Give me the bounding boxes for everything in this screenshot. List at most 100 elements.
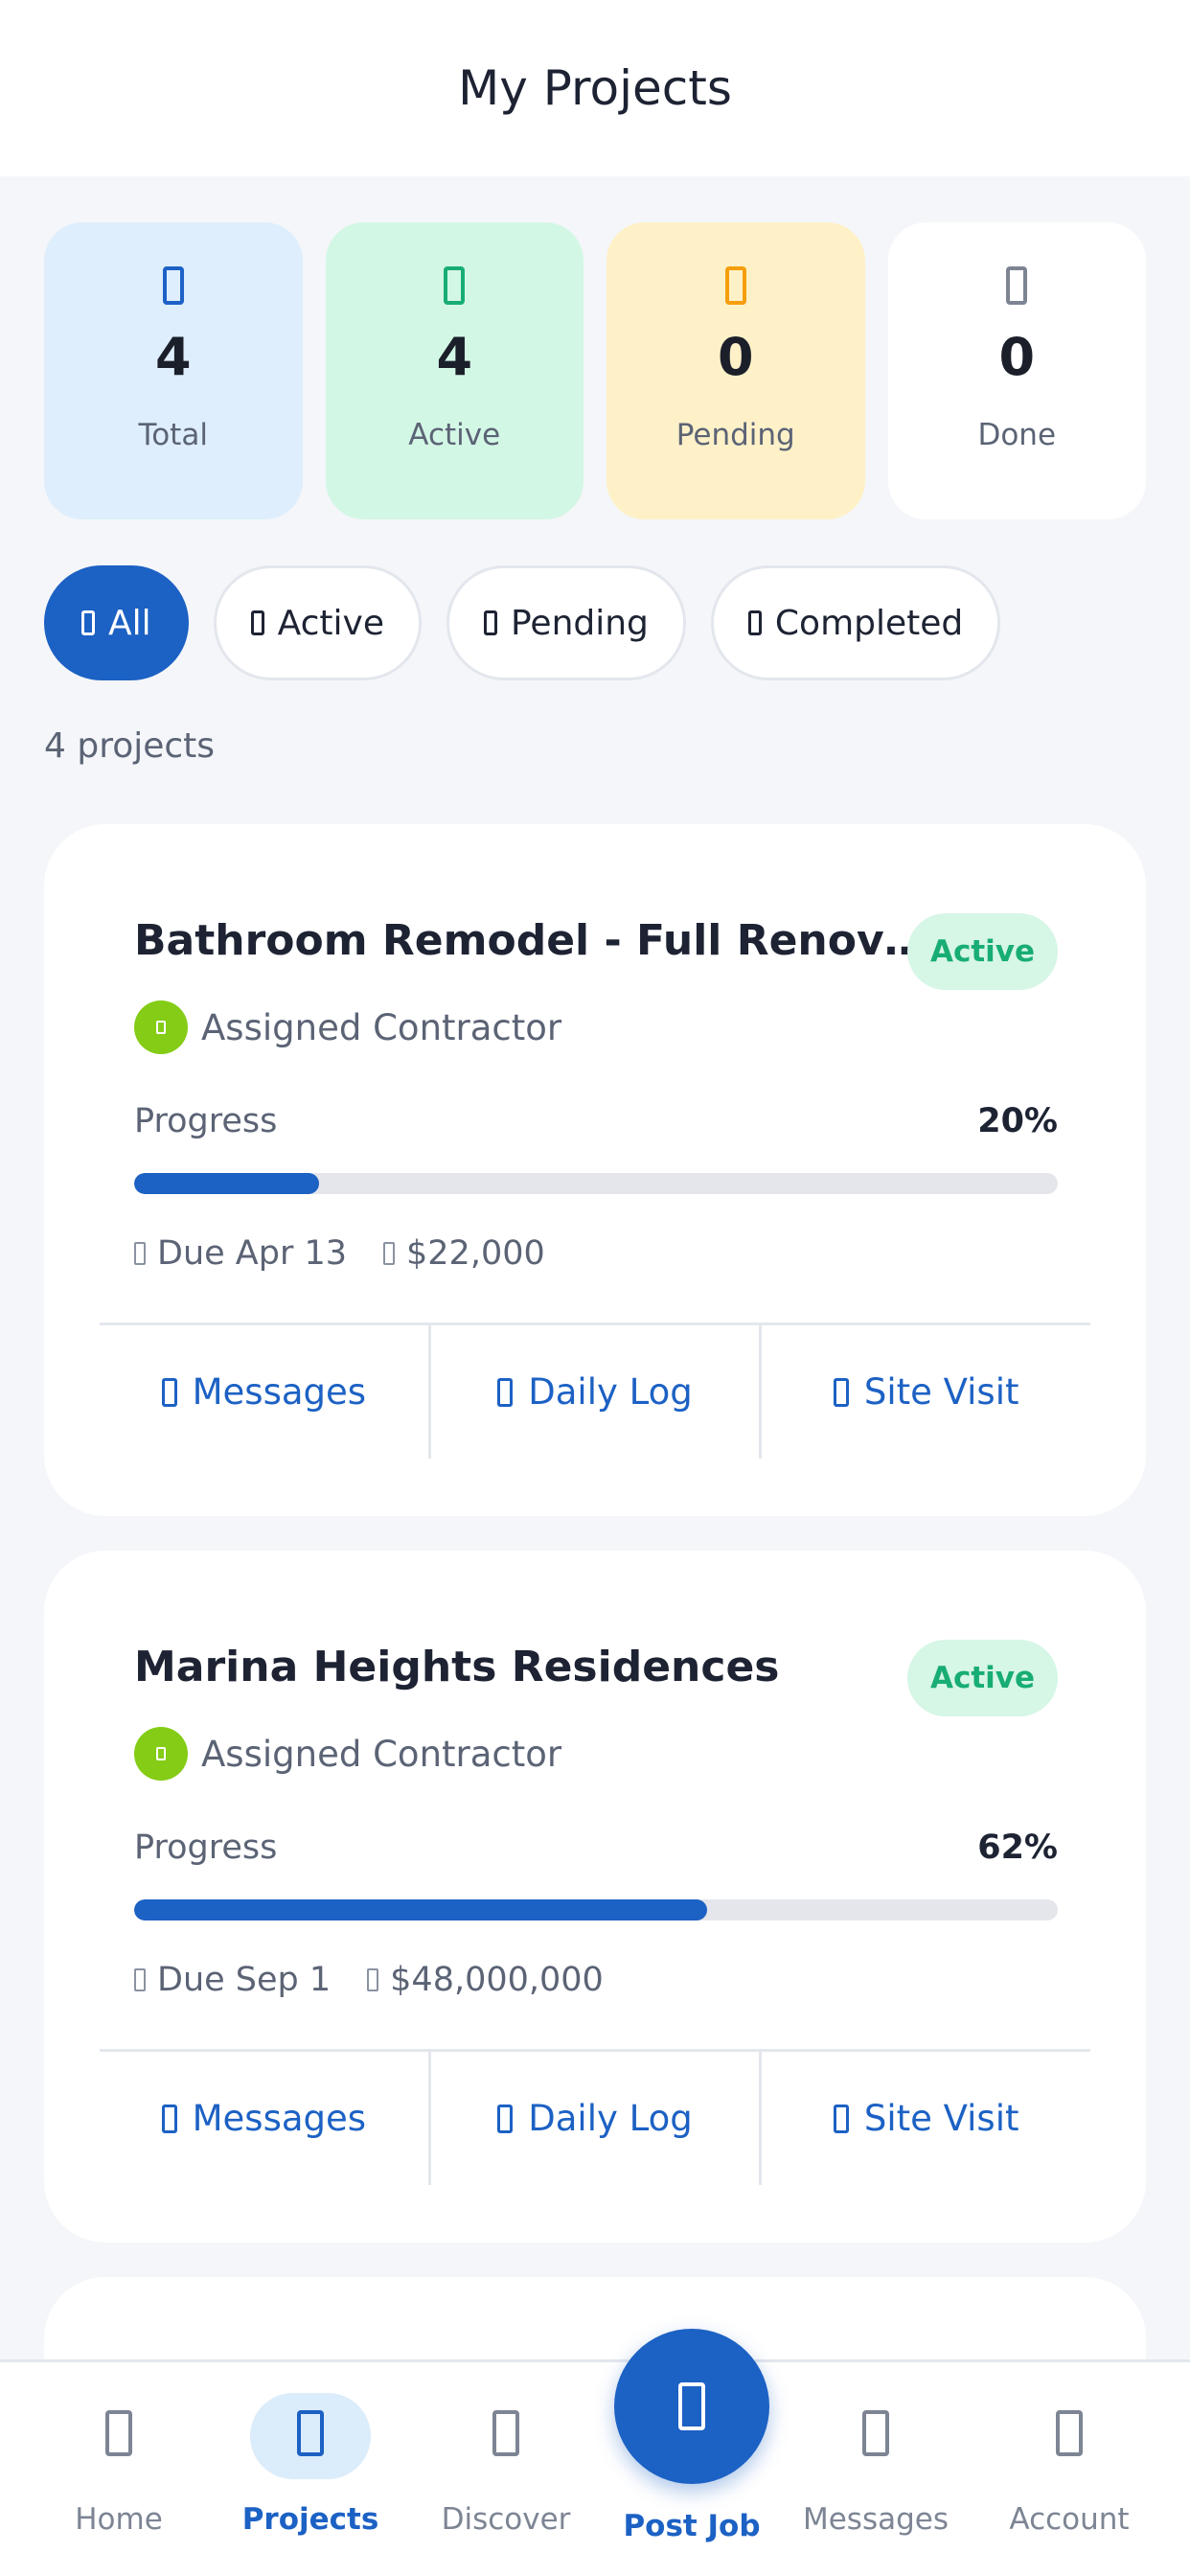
action-label: Site Visit	[863, 2098, 1019, 2139]
nav-discover[interactable]: Discover	[410, 2362, 602, 2576]
due-date: Due Apr 13	[134, 1234, 347, 1273]
chat-icon	[161, 2104, 177, 2133]
budget: $22,000	[383, 1234, 545, 1273]
nav-label: Home	[75, 2502, 163, 2537]
contractor-row: Assigned Contractor	[134, 1727, 561, 1781]
progress-fill	[134, 1173, 319, 1194]
nav-home[interactable]: Home	[23, 2362, 215, 2576]
stat-value: 0	[717, 327, 754, 387]
stat-label: Active	[408, 418, 501, 452]
daily-log-button[interactable]: Daily Log	[427, 1325, 760, 1459]
app-header: My Projects	[0, 0, 1190, 176]
project-meta: Due Sep 1 $48,000,000	[134, 1961, 604, 1999]
location-icon	[833, 1377, 849, 1407]
action-label: Messages	[192, 1371, 367, 1413]
project-meta: Due Apr 13 $22,000	[134, 1234, 545, 1273]
user-icon	[156, 1021, 166, 1034]
progress-bar	[134, 1899, 1058, 1920]
status-badge: Active	[906, 1640, 1058, 1716]
progress-bar	[134, 1173, 1058, 1194]
site-visit-button[interactable]: Site Visit	[759, 1325, 1090, 1459]
check-icon	[747, 610, 762, 635]
budget-text: $22,000	[406, 1234, 545, 1273]
daily-log-button[interactable]: Daily Log	[427, 2052, 760, 2185]
stat-done[interactable]: 0 Done	[887, 222, 1146, 519]
stat-pending[interactable]: 0 Pending	[606, 222, 865, 519]
stat-value: 4	[436, 327, 473, 387]
bottom-nav: Home Projects Discover Messages Account	[0, 2359, 1190, 2576]
card-actions: Messages Daily Log Site Visit	[100, 1322, 1090, 1459]
messages-button[interactable]: Messages	[100, 1325, 428, 1459]
status-badge: Active	[906, 913, 1058, 990]
chip-label: Active	[277, 603, 384, 643]
page-title: My Projects	[458, 60, 732, 116]
check-icon	[1006, 266, 1028, 305]
progress-percent: 20%	[977, 1102, 1058, 1140]
budget: $48,000,000	[367, 1961, 604, 1999]
contractor-name: Assigned Contractor	[201, 1733, 562, 1775]
filter-chip-all[interactable]: All	[44, 565, 189, 680]
nav-label: Account	[1009, 2502, 1130, 2537]
user-icon	[1056, 2410, 1083, 2456]
project-title: Bathroom Remodel - Full Renovation	[134, 916, 939, 965]
project-card[interactable]: Marina Heights Residences Active Assigne…	[44, 1551, 1146, 2242]
avatar	[134, 1727, 188, 1781]
chip-label: Pending	[511, 603, 649, 643]
filter-chip-completed[interactable]: Completed	[710, 565, 1001, 680]
clock-icon	[484, 610, 497, 635]
due-text: Due Apr 13	[157, 1234, 348, 1273]
nav-label: Discover	[441, 2502, 571, 2537]
progress-percent: 62%	[977, 1828, 1058, 1867]
avatar	[134, 1000, 188, 1054]
action-label: Daily Log	[528, 2098, 693, 2139]
stat-label: Done	[977, 418, 1057, 452]
messages-button[interactable]: Messages	[100, 2052, 428, 2185]
chip-label: All	[108, 603, 151, 643]
nav-projects[interactable]: Projects	[215, 2362, 406, 2576]
nav-account[interactable]: Account	[973, 2362, 1165, 2576]
stat-value: 4	[154, 327, 192, 387]
due-text: Due Sep 1	[157, 1961, 332, 1999]
grid-icon	[81, 610, 95, 635]
site-visit-button[interactable]: Site Visit	[759, 2052, 1090, 2185]
action-label: Site Visit	[863, 1371, 1019, 1413]
progress-label: Progress	[134, 1828, 278, 1867]
nav-messages[interactable]: Messages	[780, 2362, 972, 2576]
filter-chip-active[interactable]: Active	[213, 565, 422, 680]
hammer-icon	[250, 610, 264, 635]
stats-row: 4 Total 4 Active 0 Pending 0 Done	[44, 222, 1146, 519]
folder-icon	[162, 266, 184, 305]
calendar-icon	[134, 1968, 146, 1991]
budget-text: $48,000,000	[390, 1961, 604, 1999]
project-count: 4 projects	[44, 726, 216, 766]
chat-icon	[862, 2410, 889, 2456]
project-card[interactable]: Bathroom Remodel - Full Renovation Activ…	[44, 824, 1146, 1516]
filter-chip-pending[interactable]: Pending	[446, 565, 686, 680]
hammer-icon	[444, 266, 466, 305]
stat-total[interactable]: 4 Total	[44, 222, 303, 519]
contractor-row: Assigned Contractor	[134, 1000, 561, 1054]
clipboard-icon	[497, 1377, 514, 1407]
stat-label: Pending	[675, 418, 795, 452]
contractor-name: Assigned Contractor	[201, 1006, 562, 1048]
home-icon	[105, 2410, 132, 2456]
post-job-label: Post Job	[623, 2509, 761, 2543]
folder-icon	[297, 2410, 324, 2456]
progress-label: Progress	[134, 1102, 278, 1140]
action-label: Messages	[192, 2098, 367, 2139]
chat-icon	[161, 1377, 177, 1407]
plus-icon	[678, 2382, 705, 2430]
post-job-button[interactable]	[614, 2329, 769, 2484]
compass-icon	[492, 2410, 519, 2456]
dollar-icon	[367, 1968, 379, 1991]
nav-label: Messages	[802, 2502, 950, 2537]
clipboard-icon	[497, 2104, 514, 2133]
stat-label: Total	[138, 418, 208, 452]
stat-value: 0	[998, 327, 1036, 387]
dollar-icon	[383, 1242, 396, 1265]
location-icon	[833, 2104, 849, 2133]
progress-fill	[134, 1899, 707, 1920]
due-date: Due Sep 1	[134, 1961, 331, 1999]
stat-active[interactable]: 4 Active	[325, 222, 584, 519]
action-label: Daily Log	[528, 1371, 693, 1413]
